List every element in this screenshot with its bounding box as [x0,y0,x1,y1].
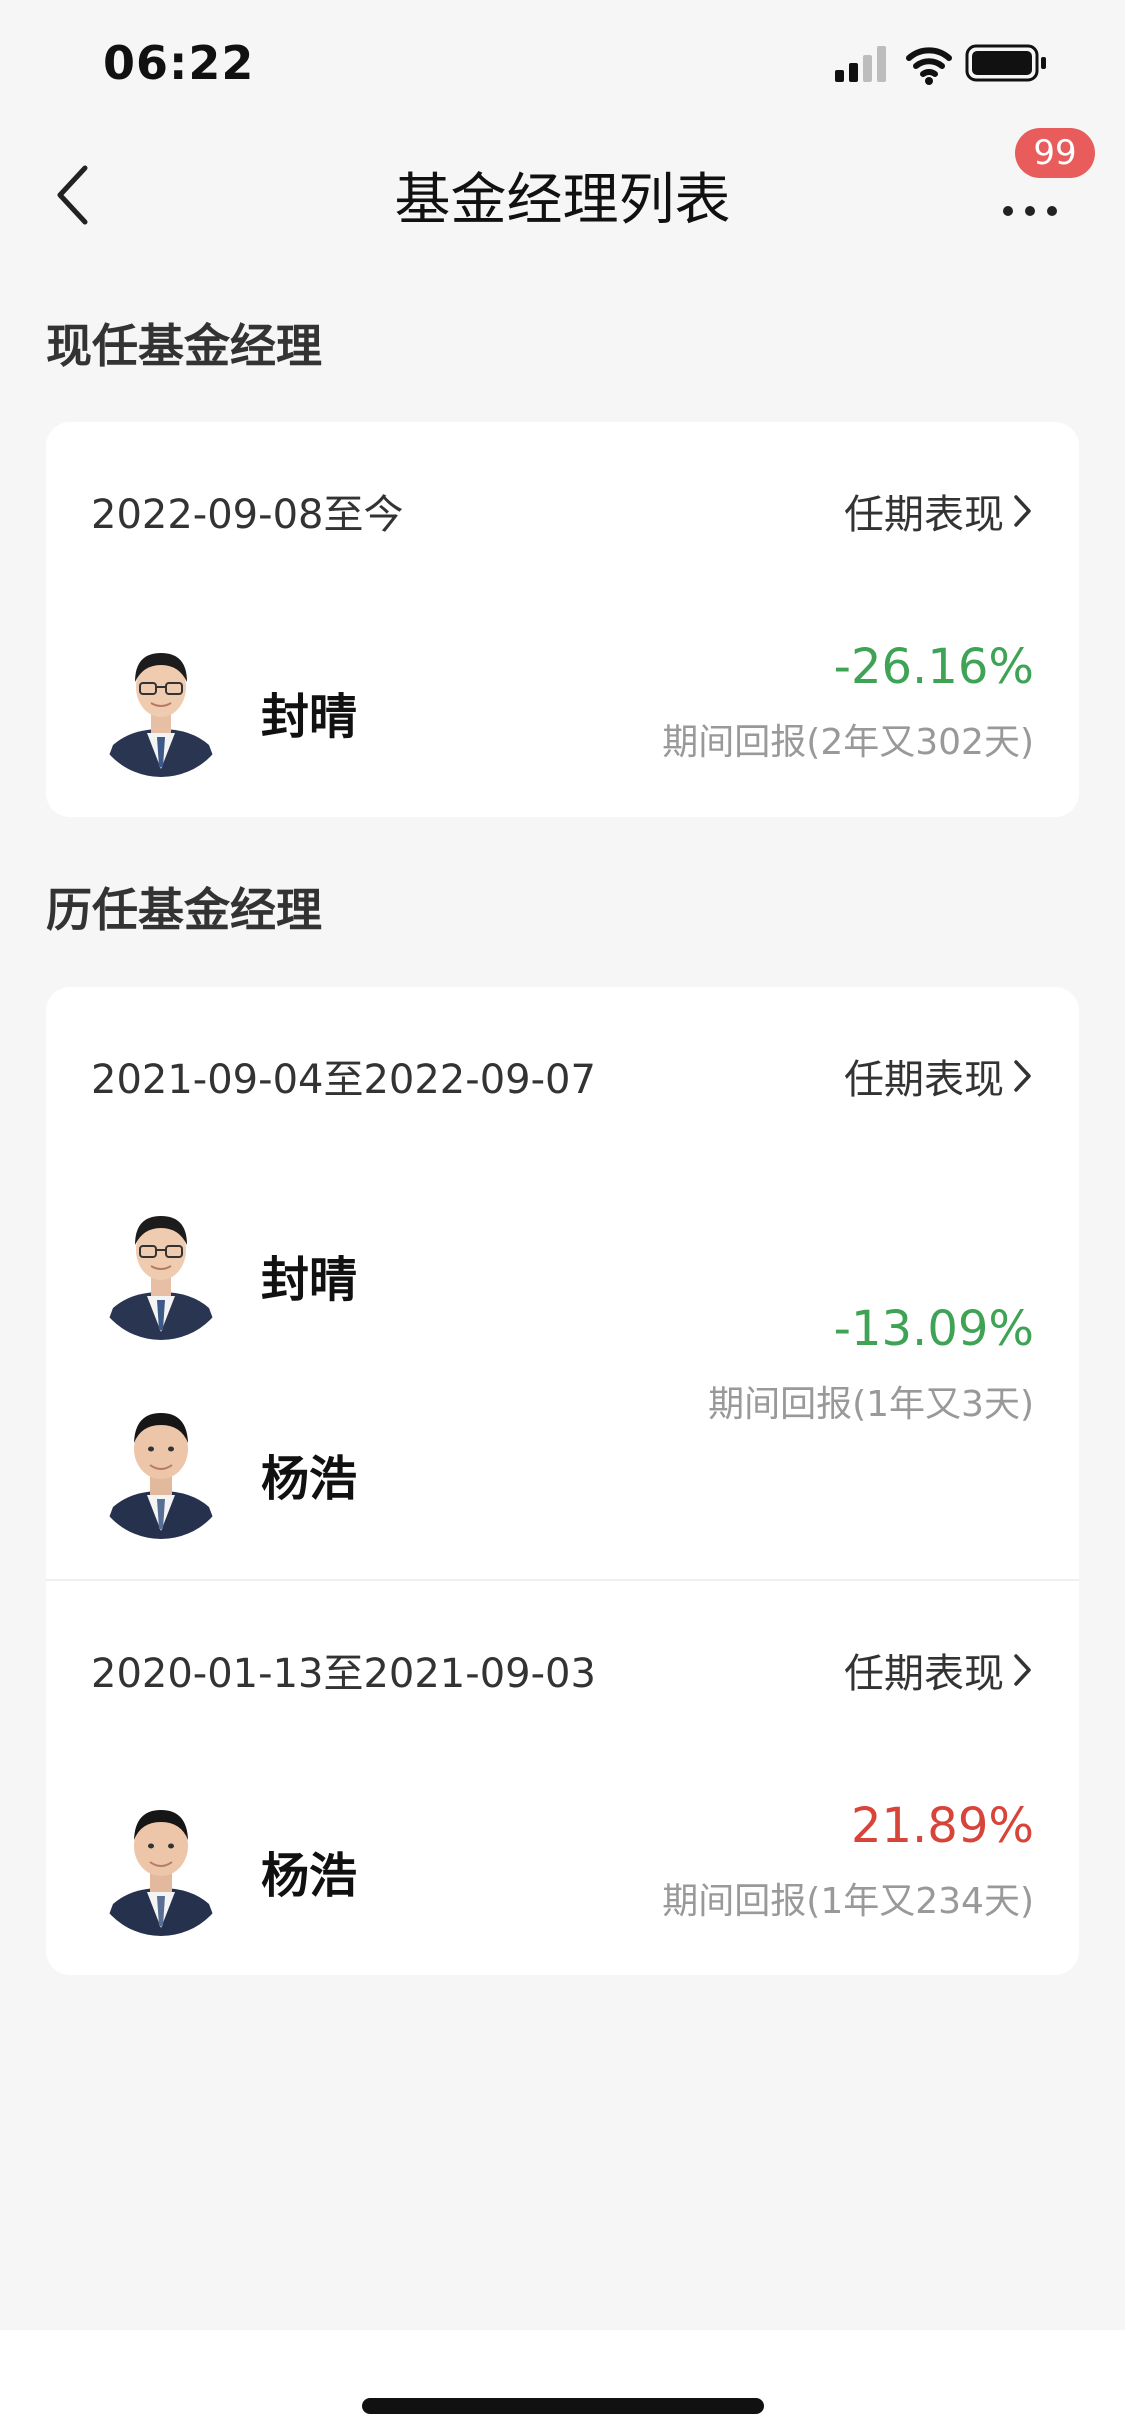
wifi-icon [906,47,952,85]
manager-item[interactable]: 杨浩 [91,1399,691,1539]
tenure-period: 2020-01-13至2021-09-03 任期表现 杨浩 21.89% 期间回… [46,1579,1079,1975]
current-managers-card: 2022-09-08至今 任期表现 封晴 -26.16% 期间回报(2年又302… [46,422,1079,817]
status-icons [835,44,1046,85]
return-value: -13.09% [833,1301,1034,1357]
manager-item[interactable]: 杨浩 [91,1796,691,1936]
manager-name: 杨浩 [261,1451,358,1507]
period-header: 2020-01-13至2021-09-03 任期表现 [91,1641,1034,1701]
period-date: 2022-09-08至今 [91,492,404,538]
tenure-performance-link[interactable]: 任期表现 [844,482,1034,540]
return-label: 期间回报(1年又3天) [708,1384,1034,1425]
manager-item[interactable]: 封晴 [91,637,691,777]
page-title: 基金经理列表 [394,168,731,233]
history-managers-title: 历任基金经理 [46,883,322,937]
tenure-period: 2022-09-08至今 任期表现 封晴 -26.16% 期间回报(2年又302… [46,422,1079,817]
avatar [91,1200,231,1340]
status-time: 06:22 [103,36,255,90]
battery-icon [965,44,1046,82]
period-date: 2021-09-04至2022-09-07 [91,1057,596,1103]
history-managers-card: 2021-09-04至2022-09-07 任期表现 封晴 杨浩 -13.09%… [46,987,1079,1975]
signal-icon [835,46,886,82]
current-managers-title: 现任基金经理 [46,319,322,373]
return-value: -26.16% [833,639,1034,695]
chevron-right-icon [1014,1654,1031,1686]
manager-name: 杨浩 [261,1848,358,1904]
tenure-performance-link[interactable]: 任期表现 [844,1047,1034,1105]
period-return: -26.16% 期间回报(2年又302天) [662,637,1034,765]
manager-name: 封晴 [261,1252,358,1308]
period-header: 2022-09-08至今 任期表现 [91,482,1034,542]
home-indicator[interactable] [362,2398,764,2414]
period-header: 2021-09-04至2022-09-07 任期表现 [91,1047,1034,1107]
period-return: 21.89% 期间回报(1年又234天) [662,1796,1034,1924]
home-indicator-area [0,2330,1125,2436]
avatar [91,1399,231,1539]
chevron-right-icon [1014,1060,1031,1092]
period-date: 2020-01-13至2021-09-03 [91,1651,596,1697]
notification-badge: 99 [1015,128,1095,178]
avatar [91,637,231,777]
manager-item[interactable]: 封晴 [91,1200,691,1340]
tenure-period: 2021-09-04至2022-09-07 任期表现 封晴 杨浩 -13.09%… [46,987,1079,1579]
chevron-right-icon [1014,495,1031,527]
tenure-link-label: 任期表现 [844,1057,1004,1103]
more-dots-icon [1003,206,1057,216]
status-bar: 06:22 [0,0,1125,120]
return-label: 期间回报(1年又234天) [662,1881,1034,1922]
return-label: 期间回报(2年又302天) [662,722,1034,763]
avatar [91,1796,231,1936]
return-value: 21.89% [850,1798,1034,1854]
manager-name: 封晴 [261,689,358,745]
tenure-link-label: 任期表现 [844,1651,1004,1697]
tenure-performance-link[interactable]: 任期表现 [844,1641,1034,1699]
period-return: -13.09% 期间回报(1年又3天) [708,1299,1034,1427]
nav-bar: 基金经理列表 99 [0,128,1125,250]
tenure-link-label: 任期表现 [844,492,1004,538]
